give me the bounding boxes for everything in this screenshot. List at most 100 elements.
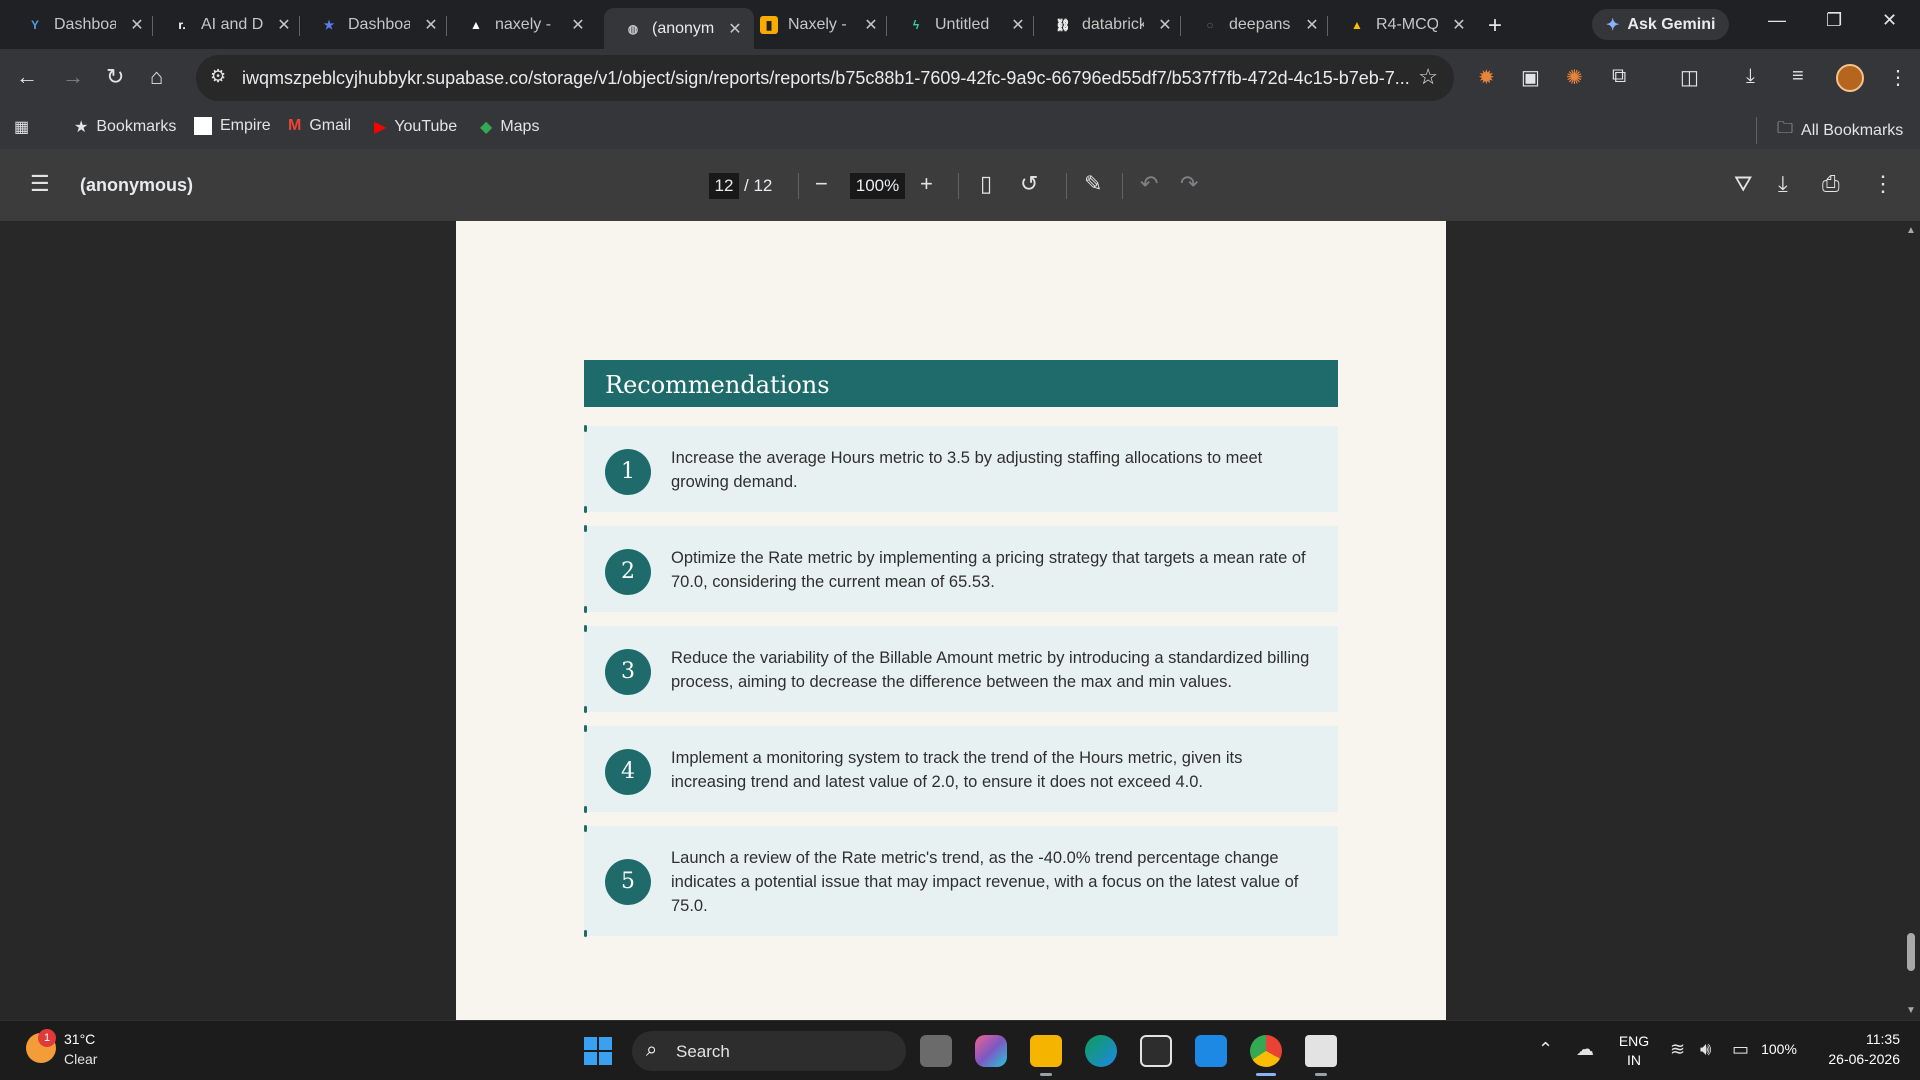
bookmark-bookmarks[interactable]: ★ Bookmarks xyxy=(74,117,176,137)
tab-title: databricks xyxy=(1082,16,1144,33)
volume-icon[interactable]: 🔊︎ xyxy=(1700,1039,1711,1060)
tab-dashboard-1[interactable]: Y Dashboard ✕ xyxy=(6,8,156,42)
copilot-icon[interactable] xyxy=(975,1035,1007,1067)
viewer-scrollbar[interactable]: ▲ ▼ xyxy=(1902,221,1920,1020)
browser-toolbar: ← → ↻ ⌂ ⚙ iwqmszpeblcyjhubbykr.supabase.… xyxy=(0,49,1920,108)
close-icon[interactable]: ✕ xyxy=(1156,15,1174,35)
close-icon[interactable]: ✕ xyxy=(422,15,440,35)
download-icon[interactable]: ⤓ xyxy=(1746,65,1755,88)
gmail-icon: M xyxy=(288,117,302,134)
scrollbar-thumb[interactable] xyxy=(1907,933,1915,971)
new-tab-button[interactable]: + xyxy=(1488,12,1502,40)
draw-icon[interactable]: ✎ xyxy=(1084,171,1102,197)
print-icon[interactable]: ⎙ xyxy=(1822,171,1840,197)
save-to-drive-icon[interactable]: ⛛ xyxy=(1734,171,1752,197)
outlook-icon[interactable] xyxy=(1195,1035,1227,1067)
tab-title: AI and Data xyxy=(201,16,263,33)
extension-box-icon[interactable]: ▣ xyxy=(1521,65,1540,90)
tab-title: naxely - xyxy=(495,16,552,33)
restore-button[interactable]: ❐ xyxy=(1826,10,1842,31)
tab-ai-and-data[interactable]: r. AI and Data ✕ xyxy=(153,8,303,42)
tab-untitled[interactable]: ϟ Untitled ✕ xyxy=(887,8,1037,42)
scroll-down-icon[interactable]: ▼ xyxy=(1906,1005,1916,1016)
tab-anonymous[interactable]: ◍ (anonymous) ✕ xyxy=(604,8,754,49)
onedrive-cloud-icon[interactable]: ☁ xyxy=(1576,1039,1594,1060)
pdf-more-icon[interactable]: ⋮ xyxy=(1872,171,1894,197)
close-icon[interactable]: ✕ xyxy=(1009,15,1027,35)
tab-r4-mcq[interactable]: ▲ R4-MCQ ✕ xyxy=(1328,8,1478,42)
close-icon[interactable]: ✕ xyxy=(128,15,146,35)
bookmark-gmail[interactable]: M Gmail xyxy=(288,117,351,135)
bookmark-maps[interactable]: ◆ Maps xyxy=(480,117,539,137)
close-icon[interactable]: ✕ xyxy=(275,15,293,35)
bookmark-empire[interactable]: Empire xyxy=(194,117,271,135)
show-hidden-icons-icon[interactable]: ⌃ xyxy=(1538,1039,1553,1060)
close-icon[interactable]: ✕ xyxy=(1450,15,1468,35)
redo-icon[interactable]: ↷ xyxy=(1180,171,1198,197)
rotate-icon[interactable]: ↺ xyxy=(1020,171,1038,197)
item-text: Reduce the variability of the Billable A… xyxy=(671,649,1310,691)
taskbar-search[interactable]: ⌕ Search xyxy=(632,1031,906,1071)
tab-naxely-1[interactable]: ▲ naxely - ✕ xyxy=(447,8,597,42)
browser-menu-icon[interactable]: ⋮ xyxy=(1888,65,1908,90)
all-bookmarks-button[interactable]: 🗀 All Bookmarks xyxy=(1756,117,1903,144)
language-indicator-top[interactable]: ENG xyxy=(1616,1033,1652,1049)
undo-icon[interactable]: ↶ xyxy=(1140,171,1158,197)
extensions-puzzle-icon[interactable]: ⧉ xyxy=(1612,65,1626,88)
store-icon[interactable] xyxy=(1140,1035,1172,1067)
star-logo-icon: ★ xyxy=(323,18,335,32)
start-button[interactable] xyxy=(584,1037,612,1065)
side-panel-icon[interactable]: ◫ xyxy=(1680,65,1699,90)
zoom-out-button[interactable]: − xyxy=(815,171,828,197)
profile-avatar[interactable] xyxy=(1836,64,1864,92)
pdf-download-icon[interactable]: ⤓ xyxy=(1778,171,1788,197)
tab-title: Dashboard xyxy=(54,16,116,33)
media-control-icon[interactable]: ≡ xyxy=(1792,65,1804,88)
fit-page-icon[interactable]: ▯ xyxy=(980,171,992,197)
address-bar[interactable]: ⚙ iwqmszpeblcyjhubbykr.supabase.co/stora… xyxy=(196,55,1454,101)
edge-icon[interactable] xyxy=(1085,1035,1117,1067)
tab-naxely-2[interactable]: ▮ Naxely - ✕ xyxy=(740,8,890,42)
task-view-icon[interactable] xyxy=(920,1035,952,1067)
folder-icon: 🗀 xyxy=(1777,120,1794,137)
bar-chart-icon: ▮ xyxy=(760,16,778,34)
minimize-button[interactable]: — xyxy=(1768,10,1786,31)
chrome-icon[interactable] xyxy=(1250,1035,1282,1067)
ask-gemini-button[interactable]: ✦ Ask Gemini xyxy=(1592,9,1730,40)
url-text[interactable]: iwqmszpeblcyjhubbykr.supabase.co/storage… xyxy=(242,68,1412,89)
wifi-icon[interactable]: ≋ xyxy=(1670,1039,1685,1060)
all-bookmarks-label: All Bookmarks xyxy=(1801,121,1904,139)
gemini-spark-icon: ✦ xyxy=(1606,16,1620,34)
pdf-viewer[interactable]: Recommendations 1 Increase the average H… xyxy=(0,221,1920,1020)
pdf-menu-icon[interactable]: ☰ xyxy=(30,171,50,197)
close-icon[interactable]: ✕ xyxy=(569,15,587,35)
bookmark-star-icon[interactable]: ☆ xyxy=(1418,64,1438,90)
zoom-in-button[interactable]: + xyxy=(920,171,933,197)
tab-databricks[interactable]: ⛓ databricks ✕ xyxy=(1034,8,1184,42)
apps-grid-icon[interactable]: ▦ xyxy=(14,117,37,137)
back-button[interactable]: ← xyxy=(16,64,38,90)
file-explorer-icon[interactable] xyxy=(1030,1035,1062,1067)
notepad-icon[interactable] xyxy=(1305,1035,1337,1067)
tab-title: Dashboard xyxy=(348,16,410,33)
extension-sun-icon[interactable]: ✹ xyxy=(1478,65,1495,90)
bookmark-youtube[interactable]: ▶ YouTube xyxy=(374,117,457,137)
clock-time[interactable]: 11:35 xyxy=(1818,1031,1900,1047)
close-window-button[interactable]: ✕ xyxy=(1882,10,1897,31)
scroll-up-icon[interactable]: ▲ xyxy=(1906,225,1916,236)
tab-dashboard-2[interactable]: ★ Dashboard ✕ xyxy=(300,8,450,42)
forward-button[interactable]: → xyxy=(62,64,84,90)
home-button[interactable]: ⌂ xyxy=(150,64,163,90)
tab-deepansh[interactable]: ○ deepansh ✕ xyxy=(1181,8,1331,42)
close-icon[interactable]: ✕ xyxy=(1303,15,1321,35)
close-icon[interactable]: ✕ xyxy=(862,15,880,35)
battery-icon[interactable]: ▭ xyxy=(1732,1039,1749,1060)
item-number: 2 xyxy=(605,549,651,595)
reload-button[interactable]: ↻ xyxy=(106,64,124,90)
extension-claude-icon[interactable]: ✺ xyxy=(1566,65,1583,90)
page-number-input[interactable]: 12 xyxy=(709,173,739,199)
bookmark-label: Empire xyxy=(220,117,271,134)
tab-strip: Y Dashboard ✕ r. AI and Data ✕ ★ Dashboa… xyxy=(0,0,1920,49)
site-info-icon[interactable]: ⚙ xyxy=(210,66,226,87)
zoom-input[interactable]: 100% xyxy=(850,173,905,199)
